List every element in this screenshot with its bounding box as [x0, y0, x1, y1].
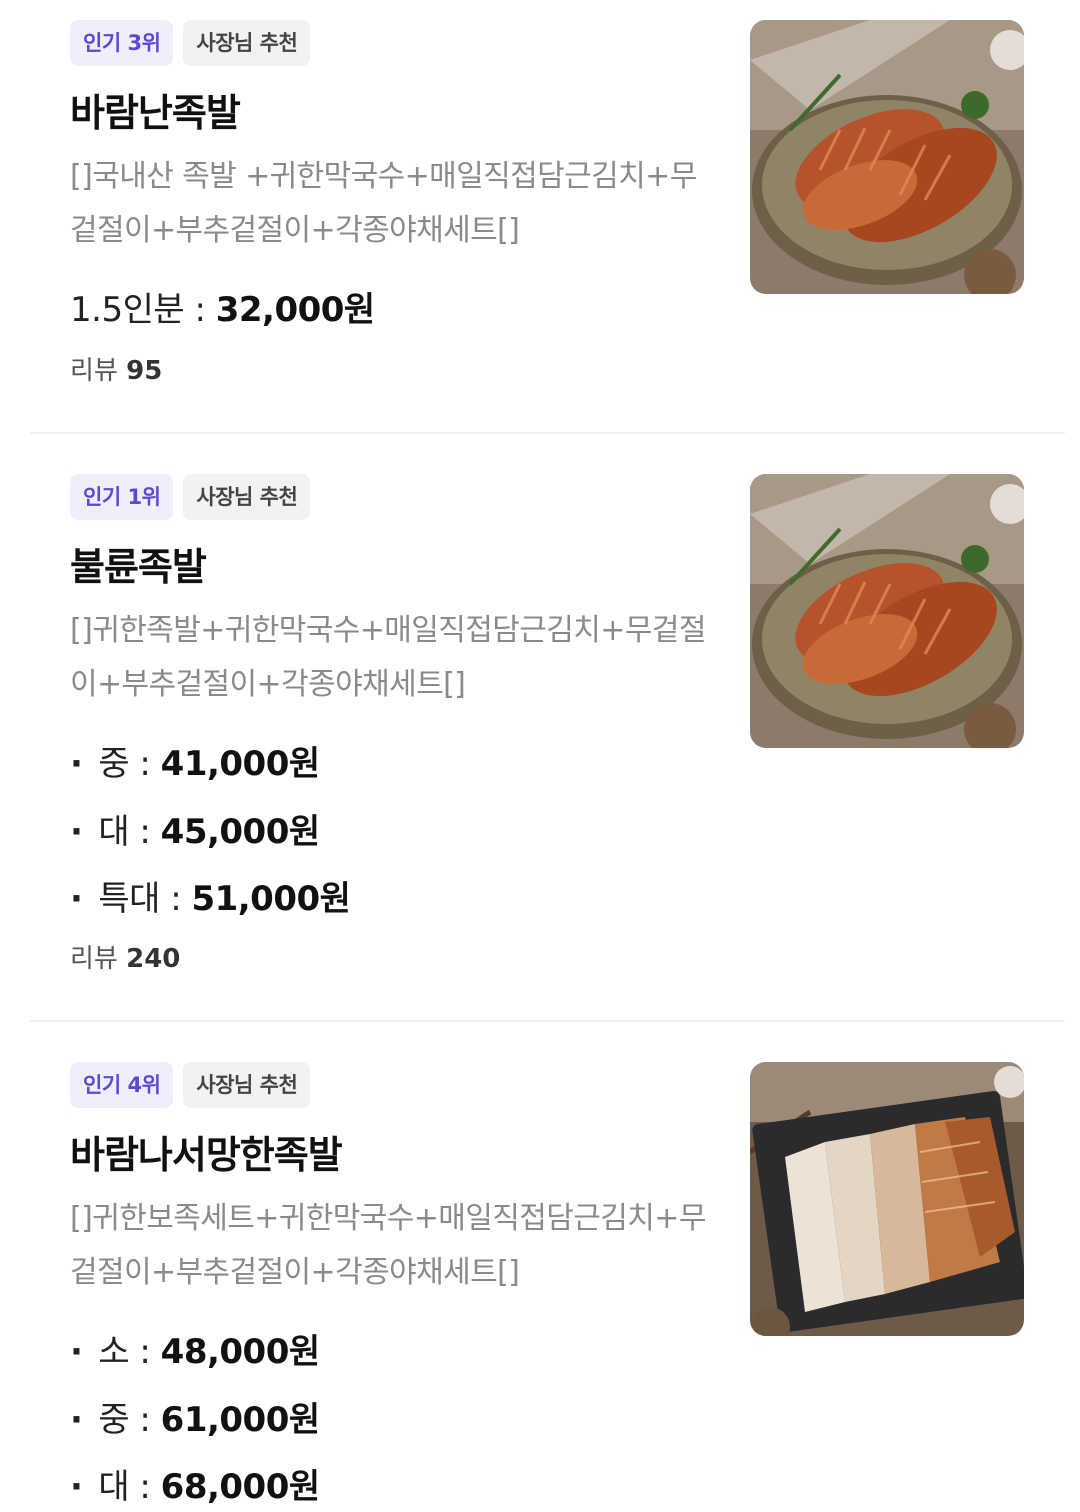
price-label: 대 [98, 1467, 130, 1507]
review-number: 95 [126, 356, 163, 386]
menu-image[interactable] [750, 1062, 1024, 1336]
price-line: · 중 : 61,000원 [70, 1392, 320, 1441]
menu-item[interactable]: 인기 4위 사장님 추천 바람나서망한족발 []귀한보족세트+귀한막국수+매일직… [30, 1062, 1065, 1512]
review-label: 리뷰 [70, 356, 118, 386]
divider [30, 1020, 1065, 1022]
owner-recommend-badge: 사장님 추천 [183, 20, 311, 66]
menu-image[interactable] [750, 20, 1024, 294]
price-label: 1.5인분 [70, 290, 185, 330]
price-amount: 61,000원 [160, 1400, 320, 1440]
menu-name: 불륜족발 [70, 545, 207, 589]
jokbal-plate-photo-icon [750, 20, 1024, 294]
price-label: 중 [98, 744, 130, 784]
menu-item[interactable]: 인기 1위 사장님 추천 불륜족발 []귀한족발+귀한막국수+매일직접담근김치+… [30, 474, 1065, 984]
menu-item[interactable]: 인기 3위 사장님 추천 바람난족발 []국내산 족발 +귀한막국수+매일직접담… [30, 20, 1065, 400]
rank-badge: 인기 1위 [70, 474, 174, 520]
rank-badge: 인기 3위 [70, 20, 174, 66]
rank-badge: 인기 4위 [70, 1062, 174, 1108]
bossam-jokbal-board-photo-icon [750, 1062, 1024, 1336]
price-amount: 51,000원 [191, 879, 351, 919]
menu-name: 바람나서망한족발 [70, 1133, 343, 1177]
price-amount: 48,000원 [160, 1332, 320, 1372]
badge-row: 인기 4위 사장님 추천 [70, 1062, 311, 1108]
menu-image[interactable] [750, 474, 1024, 748]
menu-list: 인기 3위 사장님 추천 바람난족발 []국내산 족발 +귀한막국수+매일직접담… [0, 0, 1080, 1512]
divider [30, 432, 1065, 434]
menu-description: []귀한보족세트+귀한막국수+매일직접담근김치+무겉절이+부추겉절이+각종야채세… [70, 1201, 706, 1290]
owner-recommend-badge: 사장님 추천 [183, 474, 311, 520]
owner-recommend-badge: 사장님 추천 [183, 1062, 311, 1108]
price-amount: 45,000원 [160, 812, 320, 852]
price-line: · 특대 : 51,000원 [70, 871, 351, 920]
price-separator: : [139, 1332, 161, 1372]
price-label: 대 [98, 812, 130, 852]
review-count: 리뷰 95 [70, 350, 162, 387]
price-separator: : [139, 744, 161, 784]
price-separator: : [139, 1467, 161, 1507]
price-separator: : [139, 1400, 161, 1440]
price-line: · 대 : 45,000원 [70, 804, 320, 853]
price-line: · 중 : 41,000원 [70, 736, 320, 785]
review-count: 리뷰 240 [70, 938, 180, 975]
price-line: · 소 : 48,000원 [70, 1324, 320, 1373]
price-label: 소 [98, 1332, 130, 1372]
price-separator: : [194, 290, 216, 330]
bullet: · [70, 879, 83, 919]
price-line: 1.5인분 : 32,000원 [70, 282, 375, 331]
menu-description: []귀한족발+귀한막국수+매일직접담근김치+무겉절이+부추겉절이+각종야채세트[… [70, 613, 706, 702]
bullet: · [70, 744, 83, 784]
price-separator: : [139, 812, 161, 852]
price-label: 중 [98, 1400, 130, 1440]
review-number: 240 [126, 944, 181, 974]
jokbal-plate-photo-icon [750, 474, 1024, 748]
price-label: 특대 [98, 879, 160, 919]
price-amount: 68,000원 [160, 1467, 320, 1507]
bullet: · [70, 1467, 83, 1507]
price-amount: 41,000원 [160, 744, 320, 784]
badge-row: 인기 3위 사장님 추천 [70, 20, 311, 66]
bullet: · [70, 1400, 83, 1440]
price-line: · 대 : 68,000원 [70, 1459, 320, 1508]
menu-name: 바람난족발 [70, 91, 241, 135]
price-separator: : [170, 879, 192, 919]
bullet: · [70, 812, 83, 852]
menu-description: []국내산 족발 +귀한막국수+매일직접담근김치+무겉절이+부추겉절이+각종야채… [70, 159, 697, 248]
bullet: · [70, 1332, 83, 1372]
price-amount: 32,000원 [215, 290, 375, 330]
review-label: 리뷰 [70, 944, 118, 974]
badge-row: 인기 1위 사장님 추천 [70, 474, 311, 520]
